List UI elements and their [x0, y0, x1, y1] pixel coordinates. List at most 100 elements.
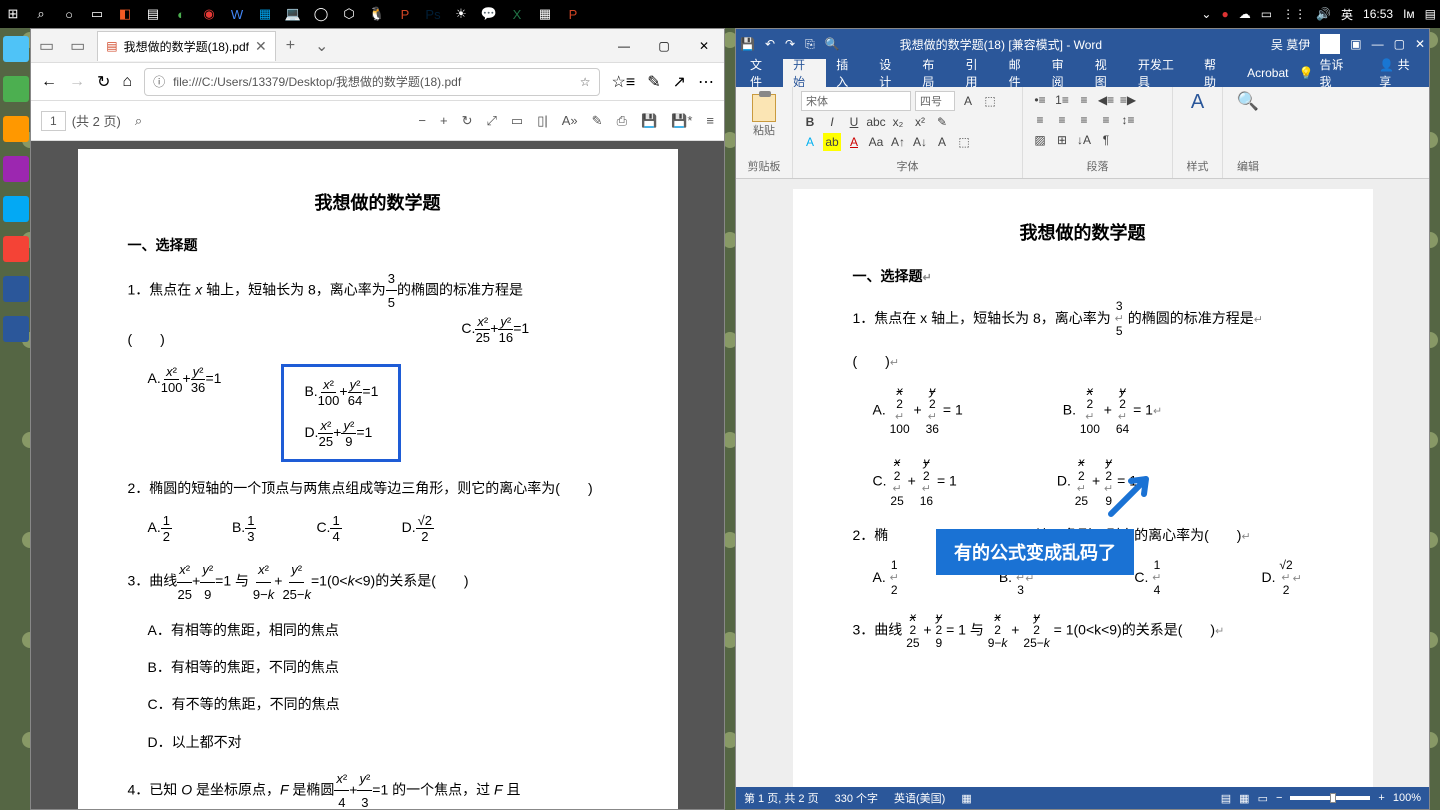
wechat-icon[interactable]: 💬 [480, 5, 498, 23]
tab-actions-icon[interactable]: ▭ [62, 36, 93, 56]
app-icon[interactable]: 💻 [284, 5, 302, 23]
tab-developer[interactable]: 开发工具 [1128, 59, 1194, 87]
underline-button[interactable]: U [845, 113, 863, 131]
increase-indent-button[interactable]: ≡▶ [1119, 91, 1137, 109]
save-icon[interactable]: 💾 [740, 37, 755, 51]
desktop-icon[interactable] [3, 156, 29, 182]
excel-icon[interactable]: X [508, 5, 526, 23]
bullets-button[interactable]: •≡ [1031, 91, 1049, 109]
tab-review[interactable]: 审阅 [1042, 59, 1085, 87]
view-mode-button[interactable]: ▭ [1258, 792, 1268, 805]
font-color-button[interactable]: A [801, 133, 819, 151]
font-size-select[interactable]: 四号 [915, 91, 955, 111]
tray-cloud-icon[interactable]: ☁ [1239, 7, 1251, 21]
tab-references[interactable]: 引用 [955, 59, 998, 87]
tab-home[interactable]: 开始 [783, 59, 826, 87]
address-bar[interactable]: ⓘ file:///C:/Users/13379/Desktop/我想做的数学题… [144, 68, 599, 96]
app-icon[interactable]: ▦ [256, 5, 274, 23]
tab-insert[interactable]: 插入 [826, 59, 869, 87]
cortana-icon[interactable]: ○ [60, 5, 78, 23]
macro-indicator[interactable]: ▦ [961, 792, 971, 805]
app-icon[interactable]: P [564, 5, 582, 23]
home-button[interactable]: ⌂ [122, 73, 132, 91]
close-button[interactable]: ✕ [684, 39, 724, 53]
decrease-indent-button[interactable]: ◀≡ [1097, 91, 1115, 109]
photoshop-icon[interactable]: Ps [424, 5, 442, 23]
save-as-button[interactable]: 💾* [671, 113, 692, 129]
menu-icon[interactable]: ⋯ [698, 72, 714, 92]
save-button[interactable]: 💾 [641, 113, 657, 129]
shading-button[interactable]: ▨ [1031, 131, 1049, 149]
zoom-out-button[interactable]: − [418, 113, 426, 129]
app-icon[interactable]: ▦ [536, 5, 554, 23]
char-shading-button[interactable]: A [933, 133, 951, 151]
view-mode-button[interactable]: ▤ [1221, 792, 1231, 805]
ribbon-display-icon[interactable]: ▣ [1350, 37, 1361, 51]
undo-icon[interactable]: ↶ [765, 37, 775, 51]
numbering-button[interactable]: 1≡ [1053, 91, 1071, 109]
forward-button[interactable]: → [69, 73, 85, 91]
favorites-icon[interactable]: ☆≡ [612, 72, 636, 92]
app-icon[interactable]: ☀ [452, 5, 470, 23]
tray-chevron-icon[interactable]: ⌄ [1201, 7, 1211, 21]
app-icon[interactable]: ⬡ [340, 5, 358, 23]
subscript-button[interactable]: x₂ [889, 113, 907, 131]
borders-button[interactable]: ⊞ [1053, 131, 1071, 149]
powerpoint-icon[interactable]: P [396, 5, 414, 23]
find-button[interactable]: 🔍 [1237, 91, 1259, 112]
zoom-level[interactable]: 100% [1393, 792, 1421, 804]
zoom-slider[interactable] [1290, 796, 1370, 800]
tray-icon[interactable]: Iм [1403, 7, 1415, 21]
text-effects-button[interactable]: ✎ [933, 113, 951, 131]
ime-indicator[interactable]: 英 [1341, 6, 1353, 23]
tab-overflow-icon[interactable]: ⌄ [305, 36, 338, 56]
change-case-button[interactable]: Aa [867, 133, 885, 151]
highlight-button[interactable]: ab [823, 133, 841, 151]
tab-layout[interactable]: 布局 [912, 59, 955, 87]
desktop-icon[interactable] [3, 76, 29, 102]
redo-icon[interactable]: ↷ [785, 37, 795, 51]
tray-battery-icon[interactable]: ▭ [1261, 7, 1272, 21]
back-button[interactable]: ← [41, 73, 57, 91]
app-icon[interactable]: ◉ [200, 5, 218, 23]
zoom-in-button[interactable]: + [1378, 792, 1384, 804]
draw-button[interactable]: ✎ [592, 113, 603, 129]
zoom-out-button[interactable]: − [1276, 792, 1282, 804]
share-button[interactable]: 👤 共享 [1379, 56, 1419, 90]
search-icon[interactable]: ⌕ [135, 113, 142, 129]
fit-page-button[interactable]: ⤢ [487, 113, 497, 129]
view-mode-button[interactable]: ▦ [1239, 792, 1249, 805]
tab-view[interactable]: 视图 [1085, 59, 1128, 87]
rotate-button[interactable]: ↻ [462, 113, 473, 129]
zoom-in-button[interactable]: + [440, 113, 448, 129]
paste-button[interactable]: 粘贴 [744, 91, 784, 141]
print-button[interactable]: ⎙ [617, 113, 627, 129]
tell-me-input[interactable]: 告诉我 [1319, 56, 1353, 90]
show-marks-button[interactable]: ¶ [1097, 131, 1115, 149]
app-icon[interactable]: ▤ [144, 5, 162, 23]
tray-volume-icon[interactable]: 🔊 [1316, 7, 1331, 21]
more-button[interactable]: ≡ [706, 113, 714, 129]
close-button[interactable]: ✕ [1415, 37, 1425, 51]
qat-icon[interactable]: 🔍 [825, 37, 840, 51]
collections-icon[interactable]: ✎ [647, 72, 660, 92]
share-icon[interactable]: ↗ [673, 72, 686, 92]
align-left-button[interactable]: ≡ [1031, 111, 1049, 129]
tray-icon[interactable]: ● [1221, 7, 1228, 21]
justify-button[interactable]: ≡ [1097, 111, 1115, 129]
grow-font-button[interactable]: A [959, 92, 977, 110]
tab-acrobat[interactable]: Acrobat [1237, 59, 1298, 87]
qq-icon[interactable]: 🐧 [368, 5, 386, 23]
user-avatar[interactable] [1320, 34, 1340, 54]
refresh-button[interactable]: ↻ [97, 72, 110, 92]
tray-wifi-icon[interactable]: ⋮⋮ [1282, 7, 1306, 21]
close-tab-icon[interactable]: ✕ [255, 38, 267, 55]
page-indicator[interactable]: 第 1 页, 共 2 页 [744, 790, 819, 806]
tab-file[interactable]: 文件 [740, 59, 783, 87]
page-view-button[interactable]: ▭ [511, 113, 523, 129]
minimize-button[interactable]: — [1372, 37, 1384, 51]
word-app-icon[interactable]: W [228, 5, 246, 23]
font-color-button[interactable]: A [845, 133, 863, 151]
line-spacing-button[interactable]: ↕≡ [1119, 111, 1137, 129]
sort-button[interactable]: ↓A [1075, 131, 1093, 149]
